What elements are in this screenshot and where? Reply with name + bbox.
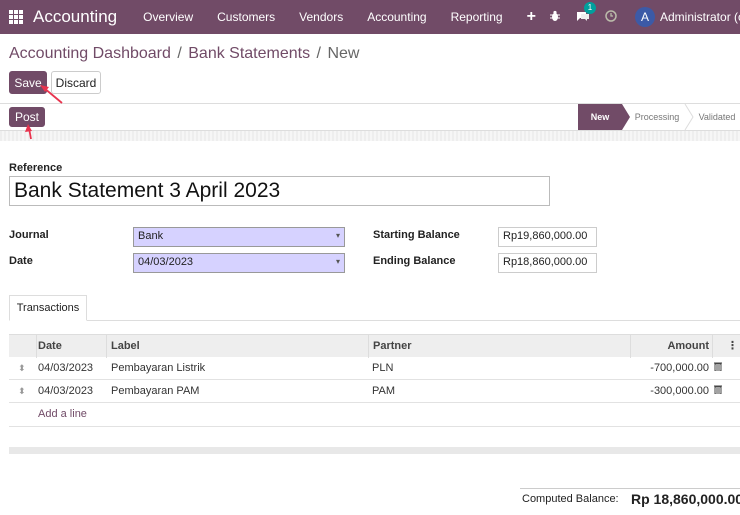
row-amount[interactable]: -700,000.00 [609,357,709,379]
stage-processing[interactable]: Processing [630,104,684,130]
row-partner[interactable]: PAM [372,380,395,402]
table-row[interactable]: ⬍ 04/03/2023 Pembayaran Listrik PLN -700… [9,357,740,380]
avatar[interactable]: A [635,7,655,27]
ending-balance-label: Ending Balance [373,255,456,267]
chevron-down-icon: ▾ [335,257,340,266]
top-navbar: Accounting Overview Customers Vendors Ac… [0,0,740,34]
reference-input[interactable]: Bank Statement 3 April 2023 [9,176,550,206]
tab-transactions[interactable]: Transactions [9,295,87,321]
trash-icon[interactable] [713,380,723,402]
column-partner[interactable]: Partner [373,335,412,358]
starting-balance-input[interactable]: Rp19,860,000.00 [498,227,597,247]
journal-label: Journal [9,229,49,241]
chat-icon[interactable]: 1 [569,1,597,25]
date-input[interactable]: 04/03/2023 ▾ [133,253,345,273]
starting-balance-label: Starting Balance [373,229,460,241]
breadcrumb-separator: / [316,45,321,62]
stage-new[interactable]: New [578,104,622,130]
table-footer [9,447,740,454]
column-amount[interactable]: Amount [630,335,709,358]
column-divider [106,335,107,358]
table-row[interactable]: ⬍ 04/03/2023 Pembayaran PAM PAM -300,000… [9,380,740,403]
breadcrumb-bank-statements[interactable]: Bank Statements [188,45,310,62]
navbar-systray: 1 A Administrator (cb0 [541,0,740,34]
row-partner[interactable]: PLN [372,357,393,379]
row-date[interactable]: 04/03/2023 [38,380,93,402]
menu-customers[interactable]: Customers [205,10,287,24]
bug-icon[interactable] [541,10,569,25]
optional-columns-icon[interactable]: ⋮ [727,335,738,358]
journal-value: Bank [138,230,164,242]
menu-vendors[interactable]: Vendors [287,10,355,24]
row-label[interactable]: Pembayaran PAM [111,380,199,402]
row-amount[interactable]: -300,000.00 [609,380,709,402]
breadcrumb-separator: / [177,45,182,62]
add-line-link[interactable]: Add a line [38,408,87,420]
journal-select[interactable]: Bank ▾ [133,227,345,247]
column-divider [712,335,713,358]
breadcrumb-current: New [327,45,360,62]
clock-icon[interactable] [597,9,625,25]
ending-balance-input[interactable]: Rp18,860,000.00 [498,253,597,273]
user-menu[interactable]: Administrator (cb0 [660,10,740,24]
breadcrumb: Accounting Dashboard / Bank Statements /… [9,45,359,63]
tab-border [87,320,740,321]
column-divider [368,335,369,358]
menu-accounting[interactable]: Accounting [355,10,438,24]
chat-badge: 1 [584,1,596,14]
row-label[interactable]: Pembayaran Listrik [111,357,205,379]
table-header: Date Label Partner Amount ⋮ [9,334,740,358]
row-date[interactable]: 04/03/2023 [38,357,93,379]
date-label: Date [9,255,33,267]
stage-validated[interactable]: Validated [694,104,740,130]
date-value: 04/03/2023 [138,256,194,268]
computed-balance-value: Rp 18,860,000.00 [631,491,740,507]
stage-arrow [622,104,630,130]
computed-balance-label: Computed Balance: [522,493,619,505]
discard-button[interactable]: Discard [51,71,101,94]
menu-reporting[interactable]: Reporting [439,10,515,24]
column-divider [36,335,37,358]
computed-divider [520,488,740,489]
stage-divider [684,104,694,130]
column-label[interactable]: Label [111,335,140,358]
column-date[interactable]: Date [38,335,62,358]
post-button[interactable]: Post [9,107,45,127]
app-brand[interactable]: Accounting [33,7,117,27]
menu-overview[interactable]: Overview [131,10,205,24]
table-bottom-border [9,426,740,427]
chevron-down-icon: ▾ [335,231,340,240]
trash-icon[interactable] [713,357,723,379]
main-menu: Overview Customers Vendors Accounting Re… [131,8,548,26]
sheet-shadow [0,131,740,141]
save-button[interactable]: Save [9,71,47,94]
annotation-arrows [25,85,63,140]
breadcrumb-accounting-dashboard[interactable]: Accounting Dashboard [9,45,171,62]
drag-handle-icon[interactable]: ⬍ [18,357,26,379]
reference-label: Reference [9,162,63,174]
apps-menu-icon[interactable] [9,10,23,24]
drag-handle-icon[interactable]: ⬍ [18,380,26,402]
